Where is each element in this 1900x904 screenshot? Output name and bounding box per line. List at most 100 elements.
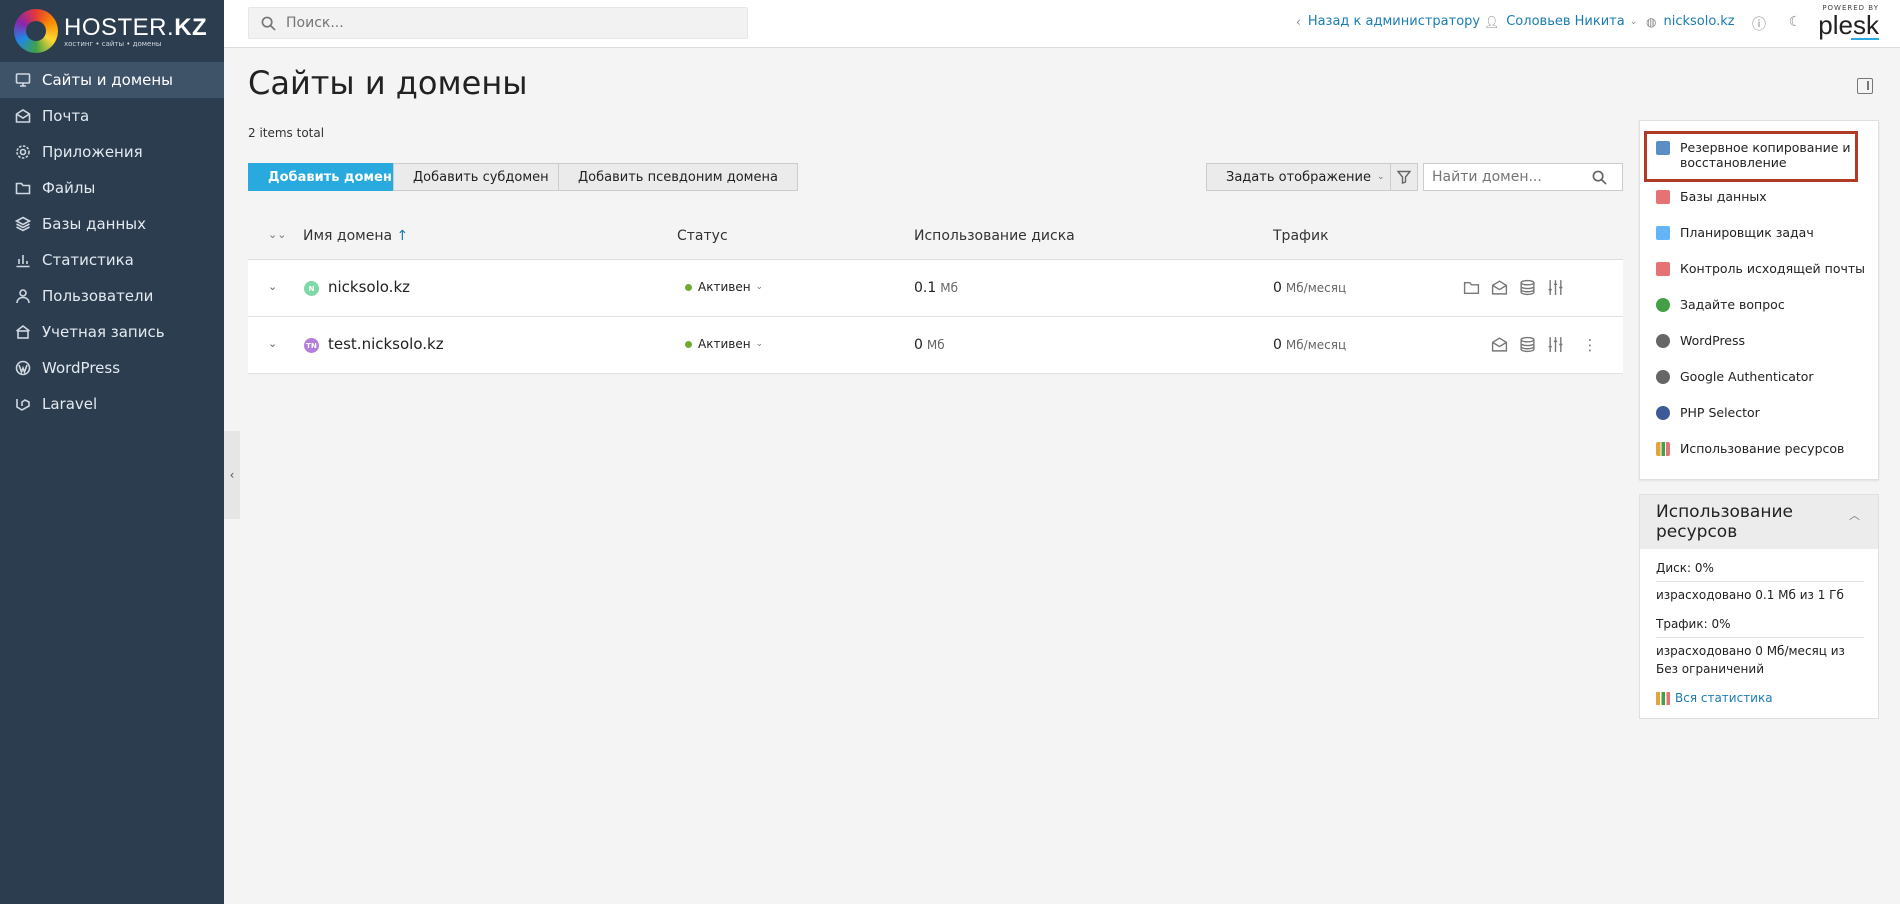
filter-button[interactable]: [1390, 163, 1418, 191]
file-manager-icon[interactable]: [1463, 279, 1481, 297]
quick-link-resource-usage[interactable]: Использование ресурсов: [1656, 441, 1844, 456]
theme-moon-icon[interactable]: ☾: [1787, 14, 1803, 30]
more-options-icon[interactable]: ⋮: [1581, 336, 1599, 354]
quick-link-google-authenticator[interactable]: Google Authenticator: [1656, 369, 1814, 384]
page-title: Сайты и домены: [248, 64, 528, 102]
traffic-usage: 0 Мб/месяц: [1273, 280, 1347, 296]
status-dropdown[interactable]: Активен ⌄: [685, 280, 763, 294]
column-disk-usage[interactable]: Использование диска: [914, 228, 1075, 244]
back-to-admin-link[interactable]: ‹ Назад к администратору: [1296, 14, 1480, 29]
sidebar-item-sites-domains[interactable]: Сайты и домены: [0, 62, 224, 98]
traffic-usage-detail: израсходовано 0 Мб/месяц из Без ограниче…: [1656, 644, 1845, 676]
disk-usage-detail: израсходовано 0.1 Мб из 1 Гб: [1656, 588, 1844, 602]
quick-link-outgoing-mail[interactable]: Контроль исходящей почты: [1656, 261, 1865, 276]
add-domain-button[interactable]: Добавить домен: [248, 163, 412, 191]
search-input[interactable]: [286, 15, 726, 31]
add-domain-alias-button[interactable]: Добавить псевдоним домена: [558, 163, 798, 191]
globe-icon: ◍: [1646, 14, 1657, 29]
whatsapp-icon: [1656, 298, 1670, 312]
sidebar-collapse-button[interactable]: ‹: [224, 431, 240, 519]
sidebar-item-laravel[interactable]: Laravel: [0, 386, 224, 422]
sidebar-item-label: Приложения: [42, 143, 143, 161]
sidebar: HOSTER.KZ хостинг • сайты • домены Сайты…: [0, 0, 224, 904]
filter-icon: [1397, 170, 1411, 184]
status-dropdown[interactable]: Активен ⌄: [685, 337, 763, 351]
resource-usage-panel: Использование ресурсов ︿ Диск: 0% израсх…: [1639, 494, 1879, 719]
layers-icon: [14, 215, 32, 233]
wordpress-icon: [1656, 334, 1670, 348]
resource-usage-header[interactable]: Использование ресурсов ︿: [1640, 495, 1878, 549]
sidebar-item-label: Статистика: [42, 251, 134, 269]
chevron-down-icon: ⌄: [1377, 172, 1385, 182]
table-row: ⌄ TN test.nicksolo.kz Активен ⌄ 0 Мб 0 Мб/м…: [248, 317, 1623, 374]
sidebar-item-mail[interactable]: Почта: [0, 98, 224, 134]
domains-table: ⌄⌄ Имя домена ↑ Статус Использование дис…: [248, 212, 1623, 374]
panel-toggle-icon[interactable]: [1857, 78, 1873, 94]
sidebar-item-label: Сайты и домены: [42, 71, 174, 89]
expand-row-icon[interactable]: ⌄: [268, 280, 277, 293]
quick-link-databases[interactable]: Базы данных: [1656, 189, 1767, 204]
sidebar-item-label: Учетная запись: [42, 323, 165, 341]
mail-icon[interactable]: [1491, 279, 1509, 297]
logo-icon: [14, 9, 58, 53]
database-icon[interactable]: [1519, 336, 1537, 354]
status-dot: [685, 283, 692, 291]
domain-favicon: N: [304, 281, 319, 296]
quick-link-ask-question[interactable]: Задайте вопрос: [1656, 297, 1785, 312]
sidebar-item-label: Файлы: [42, 179, 96, 197]
domain-name-link[interactable]: nicksolo.kz: [328, 278, 410, 296]
sidebar-item-wordpress[interactable]: WordPress: [0, 350, 224, 386]
chevron-down-icon: ⌄: [1629, 16, 1638, 27]
expand-all-icon[interactable]: ⌄⌄: [268, 228, 286, 241]
expand-row-icon[interactable]: ⌄: [268, 337, 277, 350]
domain-name-link[interactable]: test.nicksolo.kz: [328, 335, 444, 353]
domain-search-input[interactable]: [1432, 169, 1592, 185]
items-total: 2 items total: [248, 126, 325, 140]
sidebar-item-label: Почта: [42, 107, 90, 125]
stats-icon: [1656, 442, 1670, 456]
sort-asc-icon: ↑: [396, 228, 409, 244]
column-traffic[interactable]: Трафик: [1273, 228, 1329, 244]
sidebar-item-databases[interactable]: Базы данных: [0, 206, 224, 242]
logo[interactable]: HOSTER.KZ хостинг • сайты • домены: [0, 0, 224, 62]
quick-link-task-scheduler[interactable]: Планировщик задач: [1656, 225, 1814, 240]
sidebar-item-files[interactable]: Файлы: [0, 170, 224, 206]
user-menu[interactable]: 👤︎ Соловьев Никита ⌄: [1484, 14, 1637, 29]
laravel-icon: [14, 395, 32, 413]
mail-icon[interactable]: [1491, 336, 1509, 354]
quick-link-wordpress[interactable]: WordPress: [1656, 333, 1745, 348]
traffic-usage-label: Трафик: 0%: [1656, 617, 1731, 631]
php-icon: [1656, 406, 1670, 420]
database-icon[interactable]: [1519, 279, 1537, 297]
traffic-usage: 0 Мб/месяц: [1273, 337, 1347, 353]
mail-icon: [14, 107, 32, 125]
chevron-up-icon[interactable]: ︿: [1849, 507, 1860, 523]
chevron-down-icon: ⌄: [755, 339, 764, 349]
wordpress-icon: [14, 359, 32, 377]
column-status[interactable]: Статус: [677, 228, 728, 244]
domain-search[interactable]: [1423, 163, 1623, 191]
column-domain-name[interactable]: Имя домена ↑: [303, 228, 408, 244]
gear-icon: [14, 143, 32, 161]
monitor-icon: [14, 71, 32, 89]
database-icon: [1656, 190, 1670, 204]
highlight-box: [1644, 131, 1858, 182]
add-subdomain-button[interactable]: Добавить субдомен: [393, 163, 569, 191]
disk-usage: 0.1 Мб: [914, 280, 959, 296]
global-search[interactable]: [248, 7, 748, 39]
domain-link[interactable]: ◍ nicksolo.kz: [1646, 14, 1735, 29]
disk-usage: 0 Мб: [914, 337, 945, 353]
sidebar-item-users[interactable]: Пользователи: [0, 278, 224, 314]
sidebar-item-applications[interactable]: Приложения: [0, 134, 224, 170]
all-statistics-link[interactable]: Вся статистика: [1656, 691, 1773, 705]
settings-sliders-icon[interactable]: [1547, 336, 1565, 354]
help-icon[interactable]: ⓘ: [1751, 14, 1767, 33]
settings-sliders-icon[interactable]: [1547, 279, 1565, 297]
sidebar-item-account[interactable]: Учетная запись: [0, 314, 224, 350]
set-view-button[interactable]: Задать отображение ⌄: [1206, 163, 1405, 191]
plesk-logo: POWERED BY plesk: [1818, 4, 1879, 40]
search-icon[interactable]: [1592, 170, 1607, 185]
quick-link-php-selector[interactable]: PHP Selector: [1656, 405, 1760, 420]
user-icon: 👤︎: [1484, 14, 1500, 29]
sidebar-item-statistics[interactable]: Статистика: [0, 242, 224, 278]
